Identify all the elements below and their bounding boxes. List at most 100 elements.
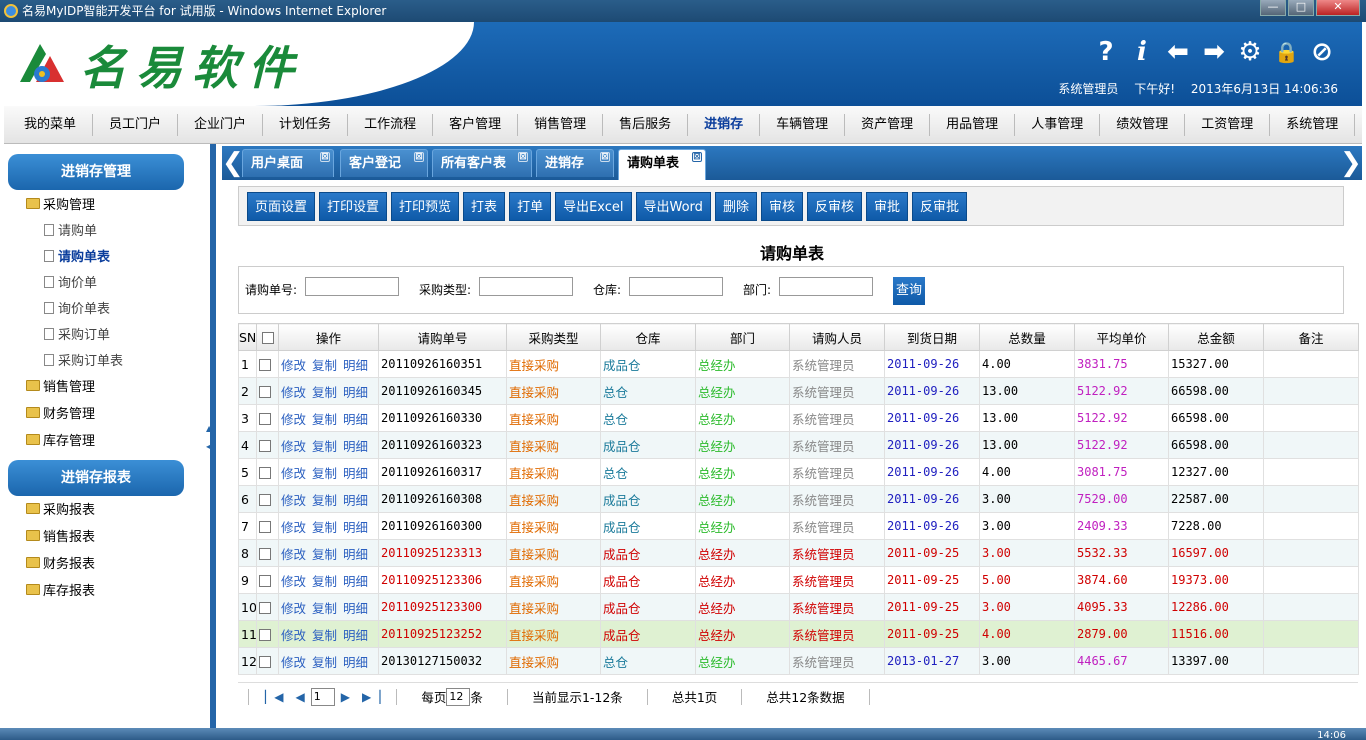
minimize-button[interactable]: — <box>1260 0 1286 16</box>
toolbar-button-5[interactable]: 导出Excel <box>555 191 632 221</box>
tab-close-icon[interactable]: ⊠ <box>414 152 424 162</box>
menu-item-1[interactable]: 员工门户 <box>93 113 179 136</box>
row-op-0[interactable]: 修改 <box>281 439 306 454</box>
sidebar-item-1[interactable]: 请购单表 <box>44 246 110 265</box>
row-op-2[interactable]: 明细 <box>343 466 368 481</box>
row-checkbox[interactable] <box>259 386 271 398</box>
sidebar-item-5[interactable]: 采购订单表 <box>44 350 123 369</box>
row-checkbox[interactable] <box>259 467 271 479</box>
menu-item-0[interactable]: 我的菜单 <box>8 113 94 136</box>
row-op-1[interactable]: 复制 <box>312 358 337 373</box>
row-checkbox[interactable] <box>259 602 271 614</box>
tab-close-icon[interactable]: ⊠ <box>692 152 702 162</box>
row-checkbox[interactable] <box>259 548 271 560</box>
sidebar-section-inventory[interactable]: 进销存管理 <box>8 154 184 190</box>
info-icon[interactable]: i <box>1130 38 1154 66</box>
help-icon[interactable]: ? <box>1094 38 1118 66</box>
row-op-0[interactable]: 修改 <box>281 358 306 373</box>
sidebar-item-0[interactable]: 请购单 <box>44 220 97 239</box>
page-number-input[interactable]: 1 <box>310 687 335 706</box>
lock-icon[interactable]: 🔒 <box>1274 38 1299 66</box>
row-op-2[interactable]: 明细 <box>343 628 368 643</box>
row-op-0[interactable]: 修改 <box>281 655 306 670</box>
search-input-warehouse[interactable] <box>629 277 723 296</box>
toolbar-button-2[interactable]: 打印预览 <box>391 191 460 221</box>
sidebar-report-1[interactable]: 销售报表 <box>26 526 95 545</box>
menu-item-13[interactable]: 绩效管理 <box>1100 113 1186 136</box>
tab-close-icon[interactable]: ⊠ <box>320 152 330 162</box>
row-op-0[interactable]: 修改 <box>281 412 306 427</box>
row-op-1[interactable]: 复制 <box>312 412 337 427</box>
sidebar-collapse-left-icon[interactable]: ◀ <box>206 442 212 451</box>
row-op-2[interactable]: 明细 <box>343 601 368 616</box>
menu-item-12[interactable]: 人事管理 <box>1015 113 1101 136</box>
sidebar-section-reports[interactable]: 进销存报表 <box>8 460 184 496</box>
toolbar-button-9[interactable]: 反审核 <box>806 191 862 221</box>
toolbar-button-10[interactable]: 审批 <box>865 191 908 221</box>
row-op-0[interactable]: 修改 <box>281 520 306 535</box>
menu-item-3[interactable]: 计划任务 <box>263 113 349 136</box>
sidebar-folder-purchase[interactable]: 采购管理 <box>26 194 95 213</box>
maximize-button[interactable]: □ <box>1288 0 1314 16</box>
toolbar-button-7[interactable]: 删除 <box>714 191 757 221</box>
row-op-2[interactable]: 明细 <box>343 358 368 373</box>
menu-item-6[interactable]: 销售管理 <box>518 113 604 136</box>
menu-item-14[interactable]: 工资管理 <box>1185 113 1271 136</box>
toolbar-button-3[interactable]: 打表 <box>463 191 506 221</box>
sidebar-item-3[interactable]: 询价单表 <box>44 298 110 317</box>
search-input-dept[interactable] <box>779 277 873 296</box>
toolbar-button-4[interactable]: 打单 <box>509 191 552 221</box>
tab-prev-icon[interactable]: ❮ <box>222 146 244 180</box>
next-page-icon[interactable]: ▶ <box>341 690 350 704</box>
sidebar-folder-0[interactable]: 销售管理 <box>26 376 95 395</box>
exit-icon[interactable]: ⊘ <box>1310 38 1334 66</box>
toolbar-button-6[interactable]: 导出Word <box>635 191 711 221</box>
row-op-0[interactable]: 修改 <box>281 601 306 616</box>
menu-item-15[interactable]: 系统管理 <box>1270 113 1356 136</box>
row-op-1[interactable]: 复制 <box>312 601 337 616</box>
menu-item-10[interactable]: 资产管理 <box>845 113 931 136</box>
row-op-1[interactable]: 复制 <box>312 439 337 454</box>
row-checkbox[interactable] <box>259 656 271 668</box>
menu-item-5[interactable]: 客户管理 <box>433 113 519 136</box>
row-op-1[interactable]: 复制 <box>312 547 337 562</box>
row-op-0[interactable]: 修改 <box>281 493 306 508</box>
toolbar-button-8[interactable]: 审核 <box>760 191 803 221</box>
row-op-2[interactable]: 明细 <box>343 574 368 589</box>
sidebar-folder-2[interactable]: 库存管理 <box>26 430 95 449</box>
menu-item-2[interactable]: 企业门户 <box>178 113 264 136</box>
row-checkbox[interactable] <box>259 359 271 371</box>
tab-0[interactable]: 用户桌面 ⊠ <box>242 149 334 177</box>
menu-item-7[interactable]: 售后服务 <box>603 113 689 136</box>
sidebar-report-0[interactable]: 采购报表 <box>26 499 95 518</box>
menu-item-9[interactable]: 车辆管理 <box>760 113 846 136</box>
menu-item-4[interactable]: 工作流程 <box>348 113 434 136</box>
row-op-2[interactable]: 明细 <box>343 547 368 562</box>
tab-4[interactable]: 请购单表 ⊠ <box>618 149 706 180</box>
row-op-1[interactable]: 复制 <box>312 466 337 481</box>
row-op-2[interactable]: 明细 <box>343 493 368 508</box>
row-op-1[interactable]: 复制 <box>312 574 337 589</box>
tab-2[interactable]: 所有客户表 ⊠ <box>432 149 532 177</box>
row-op-2[interactable]: 明细 <box>343 655 368 670</box>
menu-item-11[interactable]: 用品管理 <box>930 113 1016 136</box>
row-op-0[interactable]: 修改 <box>281 628 306 643</box>
tab-close-icon[interactable]: ⊠ <box>518 152 528 162</box>
row-op-0[interactable]: 修改 <box>281 547 306 562</box>
row-op-0[interactable]: 修改 <box>281 466 306 481</box>
toolbar-button-1[interactable]: 打印设置 <box>319 191 388 221</box>
sidebar-item-2[interactable]: 询价单 <box>44 272 97 291</box>
row-op-2[interactable]: 明细 <box>343 412 368 427</box>
sidebar-folder-1[interactable]: 财务管理 <box>26 403 95 422</box>
tab-close-icon[interactable]: ⊠ <box>600 152 610 162</box>
sidebar-report-2[interactable]: 财务报表 <box>26 553 95 572</box>
row-checkbox[interactable] <box>259 575 271 587</box>
tab-3[interactable]: 进销存 ⊠ <box>536 149 614 177</box>
menu-item-8[interactable]: 进销存 <box>688 113 761 136</box>
row-checkbox[interactable] <box>259 494 271 506</box>
row-op-1[interactable]: 复制 <box>312 493 337 508</box>
search-input-type[interactable] <box>479 277 573 296</box>
row-checkbox[interactable] <box>259 413 271 425</box>
row-op-0[interactable]: 修改 <box>281 385 306 400</box>
row-op-2[interactable]: 明细 <box>343 439 368 454</box>
